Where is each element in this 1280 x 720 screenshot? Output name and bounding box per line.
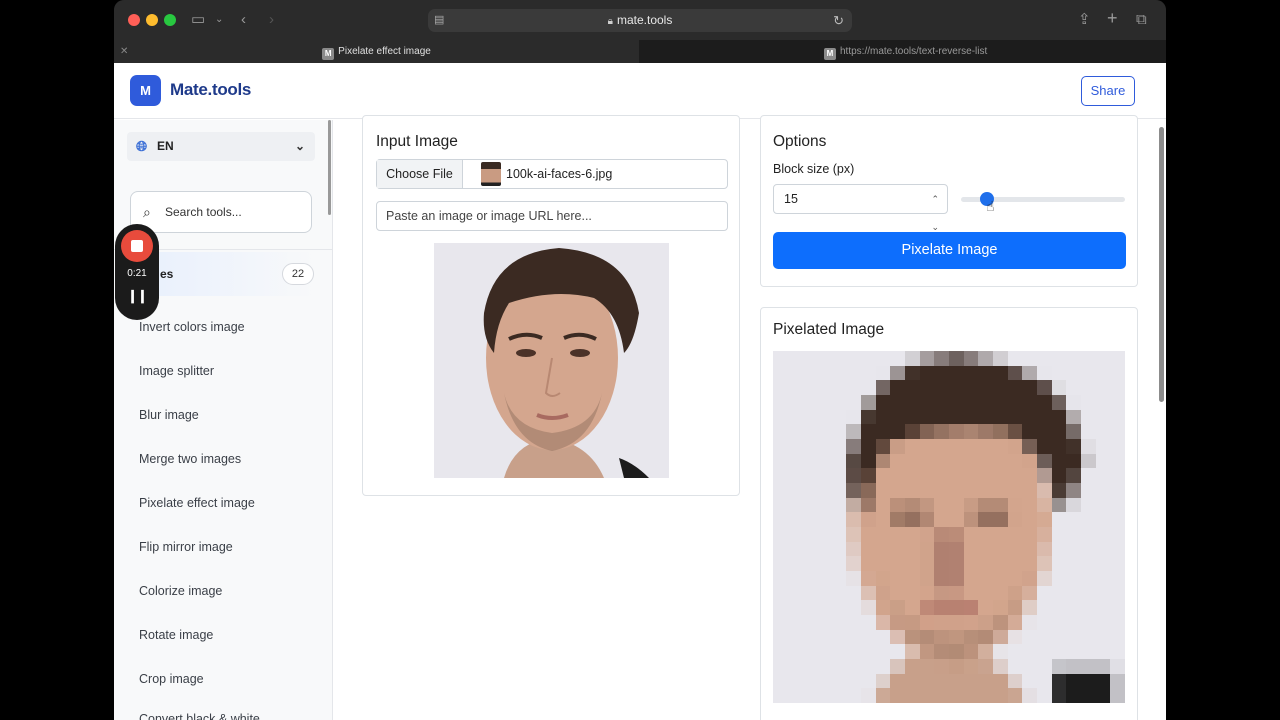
site-header: M Mate.tools Share <box>114 63 1166 119</box>
lock-icon: 🔒︎ <box>607 16 613 27</box>
sidebar-item-image-splitter[interactable]: Image splitter <box>139 364 214 378</box>
screen-recorder-widget: 0:21 ❙❙ <box>115 224 159 320</box>
hand-cursor-icon: ☝︎ <box>986 198 995 214</box>
chevron-down-icon: ⌄ <box>294 139 305 153</box>
pixelated-face-canvas <box>773 351 1125 703</box>
options-card-title: Options <box>773 133 827 150</box>
back-icon[interactable]: ‹ <box>241 9 246 31</box>
minimize-window-button[interactable] <box>146 14 158 26</box>
page-scrollbar[interactable] <box>1159 127 1164 402</box>
sidebar-item-flip-mirror[interactable]: Flip mirror image <box>139 540 233 554</box>
pause-icon[interactable]: ❙❙ <box>115 288 159 304</box>
reload-icon[interactable]: ↻ <box>833 9 844 32</box>
sidebar-toggle-icon[interactable]: ▭ <box>191 9 205 31</box>
image-url-input[interactable]: Paste an image or image URL here... <box>376 201 728 231</box>
block-size-value: 15 <box>784 192 798 206</box>
tab-pixelate[interactable]: ✕ M Pixelate effect image <box>114 40 639 63</box>
close-window-button[interactable] <box>128 14 140 26</box>
web-page: M Mate.tools Share 🌐︎ EN ⌄ ⌕ Search tool… <box>114 63 1166 720</box>
sidebar-item-blur[interactable]: Blur image <box>139 408 199 422</box>
input-image-card: Input Image Choose File 100k-ai-faces-6.… <box>362 115 740 496</box>
language-value: EN <box>157 139 174 153</box>
block-size-label: Block size (px) <box>773 162 855 176</box>
language-select[interactable]: 🌐︎ EN ⌄ <box>127 132 315 161</box>
pixelated-image-output <box>773 351 1125 703</box>
tab-overview-icon[interactable]: ⧉ <box>1136 9 1147 31</box>
file-input[interactable]: Choose File 100k-ai-faces-6.jpg <box>376 159 728 189</box>
file-thumbnail <box>481 162 501 186</box>
sidebar-item-rotate[interactable]: Rotate image <box>139 628 213 642</box>
face-photo <box>434 243 669 478</box>
brand-name[interactable]: Mate.tools <box>170 80 251 100</box>
share-button[interactable]: Share <box>1081 76 1135 106</box>
sidebar-item-pixelate[interactable]: Pixelate effect image <box>139 496 255 510</box>
sidebar-item-invert-colors[interactable]: Invert colors image <box>139 320 245 334</box>
tab-label: Pixelate effect image <box>338 46 431 57</box>
file-name: 100k-ai-faces-6.jpg <box>506 167 613 181</box>
logo-icon[interactable]: M <box>130 75 161 106</box>
address-bar[interactable]: ▤ 🔒︎ mate.tools ↻ <box>428 9 852 32</box>
options-card: Options Block size (px) 15 ⌃ ⌄ ☝︎ Pixelat… <box>760 115 1138 287</box>
sidebar-item-black-white[interactable]: Convert black & white <box>139 712 260 720</box>
favicon-icon: M <box>824 48 836 60</box>
category-count-badge: 22 <box>282 263 314 285</box>
browser-toolbar: ▭ ⌄ ‹ › ▤ 🔒︎ mate.tools ↻ ⇪ + ⧉ <box>114 0 1166 40</box>
browser-window: ▭ ⌄ ‹ › ▤ 🔒︎ mate.tools ↻ ⇪ + ⧉ ✕ M Pixela… <box>114 0 1166 720</box>
sidebar-item-colorize[interactable]: Colorize image <box>139 584 222 598</box>
stop-recording-button[interactable] <box>121 230 153 262</box>
output-card-title: Pixelated Image <box>773 321 885 338</box>
recording-time: 0:21 <box>127 268 147 279</box>
sidebar-item-crop[interactable]: Crop image <box>139 672 204 686</box>
sidebar-item-merge[interactable]: Merge two images <box>139 452 241 466</box>
sidebar-scrollbar[interactable] <box>328 120 331 215</box>
search-placeholder: Search tools... <box>165 205 242 219</box>
url-text: mate.tools <box>616 13 673 27</box>
close-tab-icon[interactable]: ✕ <box>120 40 128 63</box>
tab-bar: ✕ M Pixelate effect image Mhttps://mate.t… <box>114 40 1166 63</box>
chevron-down-icon[interactable]: ⌄ <box>215 9 223 31</box>
sidebar: 🌐︎ EN ⌄ ⌕ Search tools... es 22 Invert c… <box>114 120 333 720</box>
input-card-title: Input Image <box>376 133 458 150</box>
globe-icon: 🌐︎ <box>136 138 148 154</box>
category-label: es <box>160 267 174 281</box>
new-tab-icon[interactable]: + <box>1107 7 1118 29</box>
search-input[interactable]: ⌕ Search tools... <box>130 191 312 233</box>
page-icon: ▤ <box>434 14 445 26</box>
block-size-input[interactable]: 15 ⌃ ⌄ <box>773 184 948 232</box>
tab-text-reverse[interactable]: Mhttps://mate.tools/text-reverse-list <box>640 40 1166 63</box>
input-image-preview <box>434 243 669 478</box>
pixelate-image-button[interactable]: Pixelate Image <box>773 232 1126 269</box>
choose-file-button[interactable]: Choose File <box>377 160 463 188</box>
share-icon[interactable]: ⇪ <box>1078 9 1091 31</box>
pixelated-image-card: Pixelated Image <box>760 307 1138 720</box>
forward-icon[interactable]: › <box>269 9 274 31</box>
zoom-window-button[interactable] <box>164 14 176 26</box>
favicon-icon: M <box>322 48 335 60</box>
tab-label: https://mate.tools/text-reverse-list <box>840 46 988 57</box>
